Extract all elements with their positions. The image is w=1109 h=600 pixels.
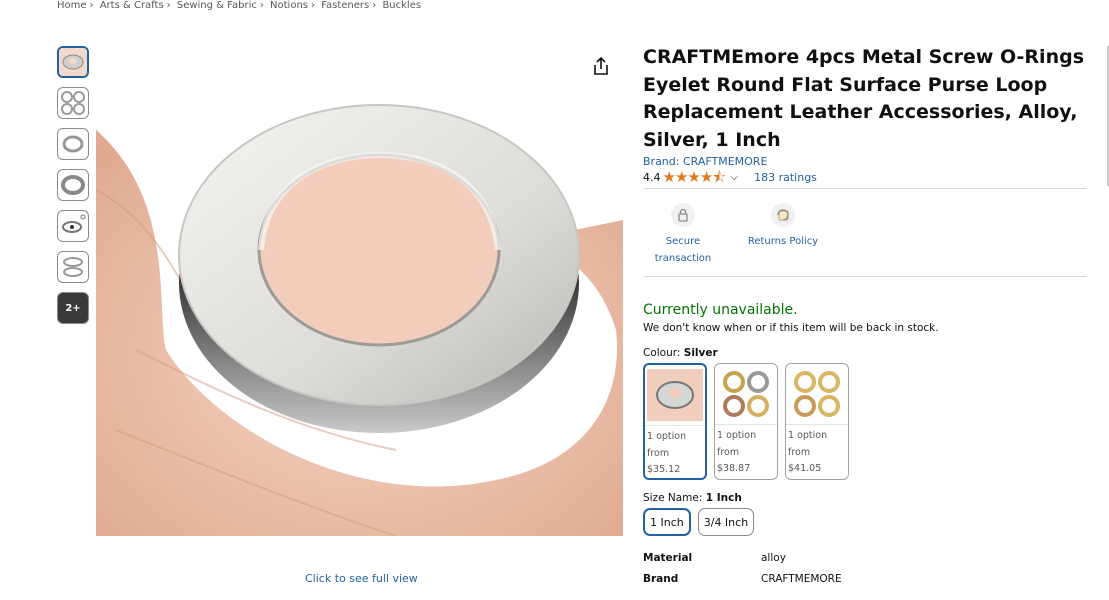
option-price: $41.05 — [788, 463, 822, 474]
breadcrumb-home[interactable]: Home — [57, 0, 87, 11]
chevron-down-icon[interactable]: ⌵ — [731, 172, 739, 183]
more-images-count: 2+ — [65, 302, 81, 314]
option-count: 1 option — [647, 431, 687, 442]
option-from: from — [717, 446, 740, 458]
returns-policy-feature[interactable]: Returns Policy — [743, 203, 823, 273]
lock-icon — [671, 203, 695, 227]
divider — [643, 188, 1086, 189]
size-label-text: Size Name: — [643, 492, 706, 504]
swatch-image — [645, 365, 705, 426]
full-view-link[interactable]: Click to see full view — [305, 572, 418, 585]
share-icon[interactable] — [592, 56, 610, 76]
thumbnail-list: 2+ — [57, 46, 91, 333]
option-count: 1 option — [788, 430, 828, 441]
returns-icon — [771, 203, 795, 227]
size-option-1-inch[interactable]: 1 Inch — [643, 508, 691, 536]
rating-row: 4.4 ★★★★⯪ ⌵ 183 ratings — [643, 170, 1086, 185]
spec-row: Material alloy — [643, 552, 1086, 573]
spec-key: Brand — [643, 573, 679, 585]
breadcrumb-notions[interactable]: Notions — [270, 0, 308, 11]
secure-transaction-feature[interactable]: Secure transaction — [643, 203, 723, 273]
availability-note: We don't know when or if this item will … — [643, 322, 939, 334]
product-details: CRAFTMEmore 4pcs Metal Screw O-Rings Eye… — [643, 44, 1086, 594]
spec-value: alloy — [761, 552, 786, 564]
divider — [643, 276, 1086, 277]
product-title: CRAFTMEmore 4pcs Metal Screw O-Rings Eye… — [643, 46, 1084, 151]
rating-value: 4.4 — [643, 170, 661, 184]
colour-option-silver[interactable]: 1 option from $35.12 — [643, 363, 707, 480]
colour-option-3[interactable]: 1 option from $41.05 — [785, 363, 849, 480]
size-label: Size Name: 1 Inch — [643, 492, 1086, 504]
main-product-image[interactable] — [95, 50, 623, 537]
product-specs: Material alloy Brand CRAFTMEMORE — [643, 552, 1086, 594]
colour-option-2[interactable]: 1 option from $38.87 — [714, 363, 778, 480]
option-price: $38.87 — [717, 463, 751, 474]
swatch-image — [786, 364, 848, 425]
star-rating-icon[interactable]: ★★★★⯪ — [663, 170, 727, 185]
spec-key: Material — [643, 552, 693, 564]
option-from: from — [788, 446, 811, 458]
breadcrumb-buckles[interactable]: Buckles — [382, 0, 421, 11]
breadcrumb-arts-crafts[interactable]: Arts & Crafts — [100, 0, 164, 11]
option-price: $35.12 — [647, 464, 681, 475]
thumbnail-more[interactable]: 2+ — [57, 292, 89, 324]
breadcrumb: Home › Arts & Crafts › Sewing & Fabric › No… — [57, 0, 422, 11]
thumbnail-3[interactable] — [57, 128, 89, 160]
returns-policy-label: Returns Policy — [747, 236, 819, 247]
feature-icons: Secure transaction Returns Policy — [643, 203, 1086, 273]
brand-link[interactable]: Brand: CRAFTMEMORE — [643, 155, 1086, 168]
colour-label: Colour: Silver — [643, 347, 1086, 359]
colour-swatches: 1 option from $35.12 1 option from $38.87 1 … — [643, 363, 1086, 480]
swatch-image — [715, 364, 777, 425]
thumbnail-4[interactable] — [57, 169, 89, 201]
thumbnail-6[interactable] — [57, 251, 89, 283]
breadcrumb-fasteners[interactable]: Fasteners — [321, 0, 369, 11]
colour-label-text: Colour: — [643, 347, 684, 359]
secure-transaction-label: Secure transaction — [654, 236, 712, 264]
ratings-count-link[interactable]: 183 ratings — [754, 171, 817, 184]
spec-row: Brand CRAFTMEMORE — [643, 573, 1086, 594]
thumbnail-1[interactable] — [57, 46, 89, 78]
thumbnail-5[interactable] — [57, 210, 89, 242]
spec-value: CRAFTMEMORE — [761, 573, 842, 585]
availability-status: Currently unavailable. — [643, 302, 798, 318]
size-options: 1 Inch 3/4 Inch — [643, 508, 1086, 536]
colour-selected-value: Silver — [683, 347, 718, 359]
thumbnail-2[interactable] — [57, 87, 89, 119]
breadcrumb-sewing-fabric[interactable]: Sewing & Fabric — [177, 0, 257, 11]
option-count: 1 option — [717, 430, 757, 441]
option-from: from — [647, 447, 670, 459]
size-option-3-4-inch[interactable]: 3/4 Inch — [697, 508, 755, 536]
size-selected-value: 1 Inch — [705, 492, 742, 504]
